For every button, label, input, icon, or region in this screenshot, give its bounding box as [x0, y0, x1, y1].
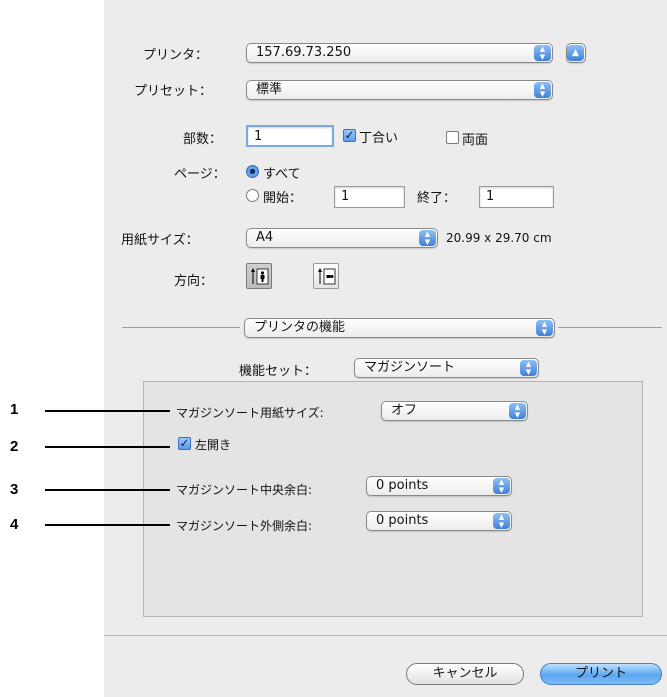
callout-line-3	[45, 489, 170, 491]
callout-line-4	[45, 524, 170, 526]
outer-margin-label: マガジンソート外側余白:	[176, 519, 313, 533]
preset-value: 標準	[256, 82, 283, 97]
callout-line-1	[45, 410, 170, 412]
pages-to-label: 終了：	[417, 191, 457, 206]
landscape-orientation-button[interactable]	[313, 263, 339, 289]
bottom-separator	[104, 635, 667, 636]
magazine-paper-size-value: オフ	[391, 403, 418, 418]
paper-size-label: 用紙サイズ：	[121, 233, 199, 248]
left-open-checkbox[interactable]: ✓	[178, 437, 191, 450]
collated-checkbox[interactable]: ✓	[343, 129, 356, 142]
paper-size-value: A4	[256, 230, 274, 245]
pages-label: ページ：	[174, 167, 226, 182]
section-popup[interactable]: プリンタの機能 ▲ ▼	[244, 318, 555, 338]
paper-size-popup[interactable]: A4 ▲ ▼	[246, 228, 438, 248]
center-margin-value: 0 points	[376, 478, 429, 493]
popup-arrows-icon: ▲ ▼	[419, 230, 436, 246]
popup-arrows-icon: ▲ ▼	[536, 320, 553, 336]
pages-to-input[interactable]: 1	[479, 186, 554, 208]
popup-arrows-icon: ▲ ▼	[493, 478, 510, 494]
disclosure-triangle-icon: ▲	[567, 45, 584, 61]
section-value: プリンタの機能	[254, 320, 346, 335]
pages-from-input[interactable]: 1	[334, 186, 405, 208]
callout-line-2	[45, 446, 170, 448]
feature-set-popup[interactable]: マガジンソート ▲ ▼	[354, 358, 539, 378]
callout-4: 4	[10, 516, 19, 533]
popup-arrows-icon: ▲ ▼	[534, 45, 551, 61]
feature-set-value: マガジンソート	[364, 360, 456, 375]
center-margin-popup[interactable]: 0 points ▲ ▼	[366, 476, 512, 496]
popup-arrows-icon: ▲ ▼	[534, 82, 551, 98]
duplex-label: 両面	[462, 133, 489, 148]
printer-popup[interactable]: 157.69.73.250 ▲ ▼	[246, 43, 553, 63]
magazine-paper-size-popup[interactable]: オフ ▲ ▼	[381, 401, 528, 421]
paper-dimensions: 20.99 x 29.70 cm	[446, 231, 552, 245]
feature-set-label: 機能セット：	[239, 364, 318, 379]
callout-2: 2	[10, 438, 19, 455]
pages-all-radio[interactable]	[246, 165, 259, 178]
section-separator-right	[558, 327, 662, 328]
printer-label: プリンタ：	[143, 48, 209, 63]
portrait-person-icon	[251, 268, 269, 285]
magazine-paper-size-label: マガジンソート用紙サイズ:	[176, 406, 324, 420]
cancel-button[interactable]: キャンセル	[406, 663, 524, 685]
popup-arrows-icon: ▲ ▼	[509, 403, 526, 419]
copies-label: 部数：	[183, 132, 223, 147]
callout-3: 3	[10, 481, 19, 498]
popup-arrows-icon: ▲ ▼	[520, 360, 537, 376]
pages-from-label: 開始：	[263, 191, 303, 206]
landscape-person-icon	[318, 268, 336, 285]
disclosure-button[interactable]: ▲	[566, 43, 586, 63]
popup-arrows-icon: ▲ ▼	[493, 513, 510, 529]
printer-value: 157.69.73.250	[256, 45, 352, 60]
callout-1: 1	[10, 401, 19, 418]
orientation-label: 方向：	[174, 274, 214, 289]
preset-popup[interactable]: 標準 ▲ ▼	[246, 80, 553, 100]
left-open-label: 左開き	[195, 438, 232, 452]
outer-margin-value: 0 points	[376, 513, 429, 528]
pages-range-radio[interactable]	[246, 189, 259, 202]
section-separator-left	[122, 327, 240, 328]
copies-input[interactable]: 1	[246, 125, 334, 147]
outer-margin-popup[interactable]: 0 points ▲ ▼	[366, 511, 512, 531]
center-margin-label: マガジンソート中央余白:	[176, 483, 313, 497]
pages-all-label: すべて	[263, 167, 301, 182]
preset-label: プリセット：	[134, 84, 213, 99]
collated-label: 丁合い	[359, 131, 399, 146]
portrait-orientation-button[interactable]	[246, 263, 272, 289]
print-button[interactable]: プリント	[540, 663, 662, 685]
duplex-checkbox[interactable]	[446, 131, 459, 144]
